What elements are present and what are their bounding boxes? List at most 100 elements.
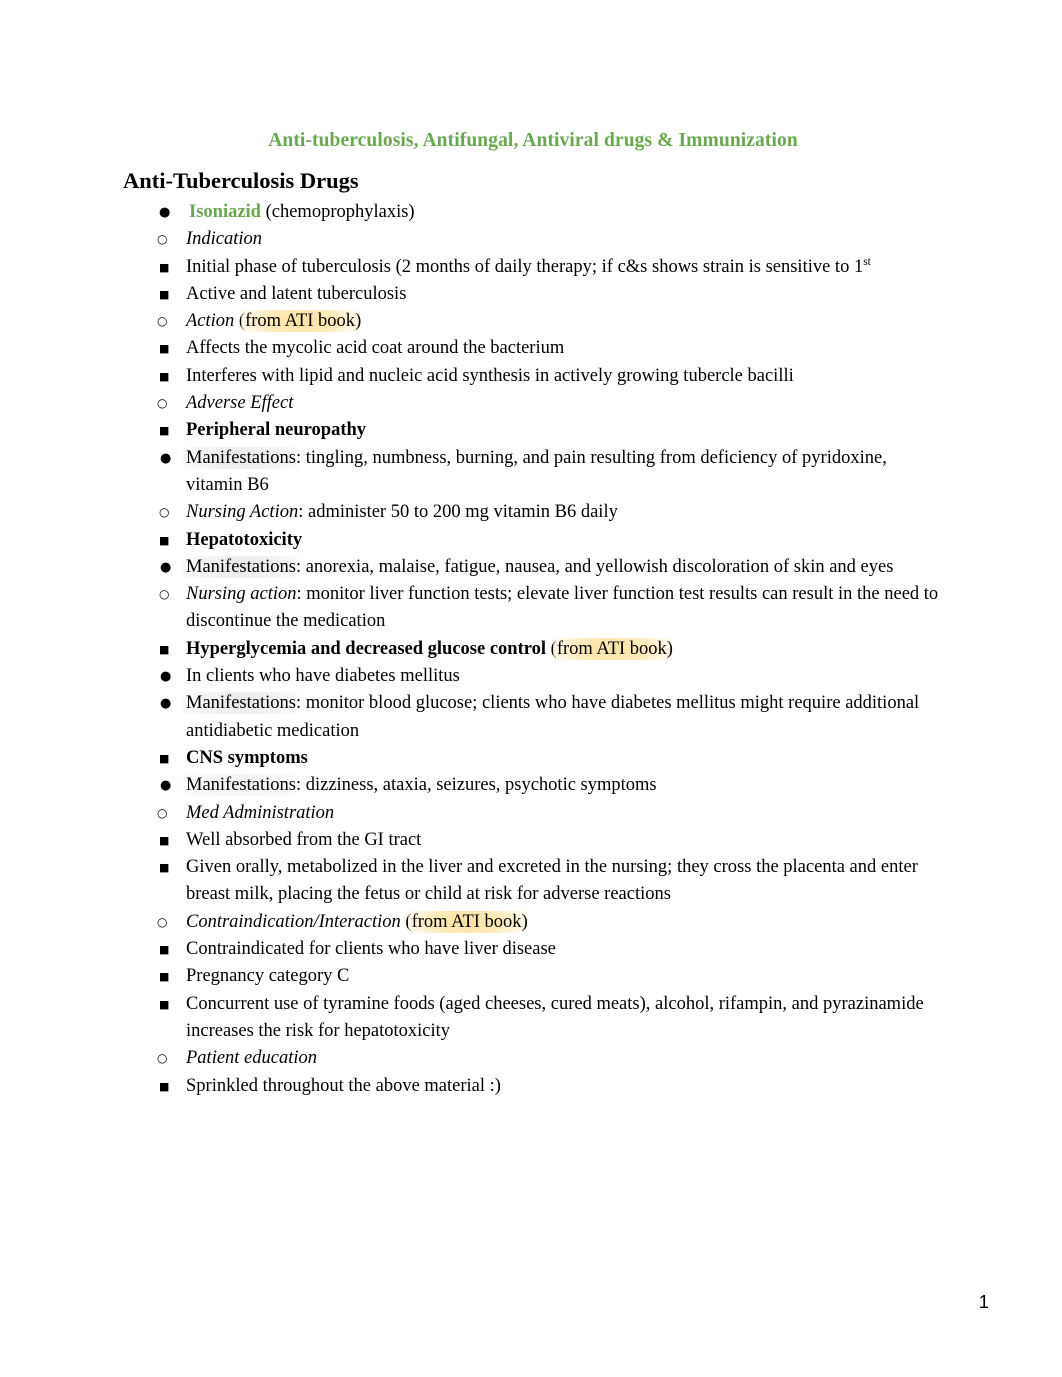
square-bullet-icon: ■ [159, 751, 170, 765]
adverse-effect-1-title: Peripheral neuropathy [186, 420, 367, 441]
list-item-nursing-action: ○ Nursing action: monitor liver function… [123, 581, 943, 636]
list-item-text: Given orally, metabolized in the liver a… [186, 857, 918, 905]
manifestations-label: Manifestations [183, 555, 299, 578]
circle-bullet-icon: ○ [157, 805, 168, 820]
list-item-text: Nursing action: monitor liver function t… [186, 581, 943, 636]
med-administration-label: Med Administration [186, 802, 335, 823]
manifestations-text: : dizziness, ataxia, seizures, psychotic… [295, 775, 657, 796]
list-item-text: Contraindication/Interaction (from ATI b… [186, 909, 943, 936]
ordinal-suffix: st [863, 255, 871, 268]
manifestations-label: Manifestations [183, 446, 299, 469]
list-item-text: Isoniazid (chemoprophylaxis) [189, 199, 943, 226]
square-bullet-icon: ■ [159, 287, 170, 301]
list-item-text: Sprinkled throughout the above material … [186, 1075, 501, 1096]
indication-item-1-text: Initial phase of tuberculosis (2 months … [186, 256, 864, 277]
list-item-indication: ○ Indication ■ Initial phase of tubercul… [123, 226, 943, 308]
square-bullet-icon: ■ [159, 342, 170, 356]
list-item-med-administration: ○ Med Administration ■ Well absorbed fro… [123, 800, 943, 909]
square-bullet-icon: ■ [159, 424, 170, 438]
outline-level-3: ■ Contraindicated for clients who have l… [123, 936, 943, 1045]
circle-bullet-icon: ○ [157, 232, 168, 247]
document-title: Anti-tuberculosis, Antifungal, Antiviral… [268, 130, 798, 151]
circle-bullet-icon: ○ [157, 1051, 168, 1066]
adverse-effect-label: Adverse Effect [186, 393, 294, 414]
list-item-manifestations: ● Manifestations: monitor blood glucose;… [123, 690, 943, 745]
adverse-effect-4-title: CNS symptoms [186, 747, 308, 768]
outline-level-4: ● Manifestations: anorexia, malaise, fat… [123, 554, 943, 636]
ati-book-note: from ATI book [241, 310, 360, 333]
list-item-text: Manifestations: dizziness, ataxia, seizu… [183, 772, 943, 799]
disc-bullet-icon: ● [160, 778, 172, 794]
list-item-initial-phase: ■ Initial phase of tuberculosis (2 month… [123, 254, 943, 281]
list-item-active-latent-tb: ■ Active and latent tuberculosis [123, 281, 943, 308]
outline-level-3: ■ Peripheral neuropathy ● Manifestations… [123, 417, 943, 799]
list-item-lipid-nucleic-synthesis: ■ Interferes with lipid and nucleic acid… [123, 363, 943, 390]
ati-book-note: from ATI book [407, 910, 526, 933]
square-bullet-icon: ■ [159, 943, 170, 957]
outline-level-3: ■ Affects the mycolic acid coat around t… [123, 335, 943, 390]
list-item-isoniazid: ● Isoniazid (chemoprophylaxis) ○ Indicat… [123, 199, 943, 1100]
list-item-mycolic-acid: ■ Affects the mycolic acid coat around t… [123, 335, 943, 362]
patient-education-label: Patient education [186, 1048, 318, 1069]
list-item-text: Manifestations: anorexia, malaise, fatig… [183, 554, 943, 581]
outline-level-3: ■ Initial phase of tuberculosis (2 month… [123, 254, 943, 309]
list-item-adverse-effect: ○ Adverse Effect ■ Peripheral neuropathy… [123, 390, 943, 799]
list-item-liver-disease: ■ Contraindicated for clients who have l… [123, 936, 943, 963]
list-item-text: Patient education [186, 1045, 943, 1072]
page-number: 1 [978, 1291, 989, 1312]
list-item-text: Interferes with lipid and nucleic acid s… [186, 365, 794, 386]
list-item-text: Med Administration [186, 800, 943, 827]
outline-level-3: ■ Sprinkled throughout the above materia… [123, 1073, 943, 1100]
square-bullet-icon: ■ [159, 997, 170, 1011]
list-item-text: Affects the mycolic acid coat around the… [186, 338, 565, 359]
nursing-action-label: Nursing action [186, 584, 297, 605]
list-item-patient-education: ○ Patient education ■ Sprinkled througho… [123, 1045, 943, 1100]
list-item-text: Pregnancy category C [186, 966, 350, 987]
outline-level-4: ● In clients who have diabetes mellitus … [123, 663, 943, 745]
paren-close: ) [521, 911, 528, 932]
list-item-sprinkled-material: ■ Sprinkled throughout the above materia… [123, 1073, 943, 1100]
list-item-hyperglycemia: ■ Hyperglycemia and decreased glucose co… [123, 636, 943, 745]
nursing-action-label: Nursing Action [186, 502, 299, 523]
outline-level-2: ○ Indication ■ Initial phase of tubercul… [123, 226, 943, 1100]
adverse-effect-3-title: Hyperglycemia and decreased glucose cont… [186, 638, 547, 659]
contraindication-label: Contraindication/Interaction [186, 911, 401, 932]
drug-name-isoniazid: Isoniazid [189, 202, 261, 222]
list-item-text: Nursing Action: administer 50 to 200 mg … [186, 499, 943, 526]
list-item-manifestations: ● Manifestations: dizziness, ataxia, sei… [123, 772, 943, 799]
list-item-text: Initial phase of tuberculosis (2 months … [186, 254, 943, 281]
circle-bullet-icon: ○ [157, 314, 168, 329]
outline-level-4: ● Manifestations: dizziness, ataxia, sei… [123, 772, 943, 799]
drug-suffix: (chemoprophylaxis) [260, 202, 415, 222]
manifestations-text: : monitor blood glucose; clients who hav… [186, 693, 920, 741]
list-item-tyramine-foods: ■ Concurrent use of tyramine foods (aged… [123, 991, 943, 1046]
list-item-text: Manifestations: tingling, numbness, burn… [183, 445, 943, 500]
outline-level-5: ○ Nursing Action: administer 50 to 200 m… [123, 499, 943, 526]
circle-bullet-icon: ○ [157, 914, 168, 929]
indication-label: Indication [186, 229, 263, 250]
paren-close: ) [355, 311, 362, 332]
list-item-text: Action (from ATI book) [186, 308, 943, 335]
circle-bullet-icon: ○ [159, 505, 170, 520]
list-item-oral-metabolism: ■ Given orally, metabolized in the liver… [123, 854, 943, 909]
disc-bullet-icon: ● [160, 696, 172, 712]
manifestations-label: Manifestations [183, 692, 299, 715]
outline-level-4: ● Manifestations: tingling, numbness, bu… [123, 445, 943, 527]
list-item-text: Hyperglycemia and decreased glucose cont… [186, 636, 943, 663]
list-item-pregnancy-category: ■ Pregnancy category C [123, 963, 943, 990]
square-bullet-icon: ■ [159, 260, 170, 274]
outline-content: ● Isoniazid (chemoprophylaxis) ○ Indicat… [123, 199, 943, 1100]
list-item-text: Indication [186, 226, 943, 253]
list-item-hepatotoxicity: ■ Hepatotoxicity ● Manifestations: anore… [123, 527, 943, 636]
list-item-text: Adverse Effect [186, 390, 943, 417]
list-item-gi-absorption: ■ Well absorbed from the GI tract [123, 827, 943, 854]
list-item-text: Peripheral neuropathy [186, 417, 943, 444]
list-item-manifestations: ● Manifestations: anorexia, malaise, fat… [123, 554, 943, 636]
list-item-text: CNS symptoms [186, 745, 943, 772]
square-bullet-icon: ■ [159, 970, 170, 984]
circle-bullet-icon: ○ [157, 396, 168, 411]
disc-bullet-icon: ● [160, 450, 172, 466]
list-item-cns-symptoms: ■ CNS symptoms ● Manifestations: dizzine… [123, 745, 943, 800]
outline-level-1: ● Isoniazid (chemoprophylaxis) ○ Indicat… [123, 199, 943, 1100]
section-heading-anti-tuberculosis-drugs: Anti-Tuberculosis Drugs [123, 168, 359, 193]
